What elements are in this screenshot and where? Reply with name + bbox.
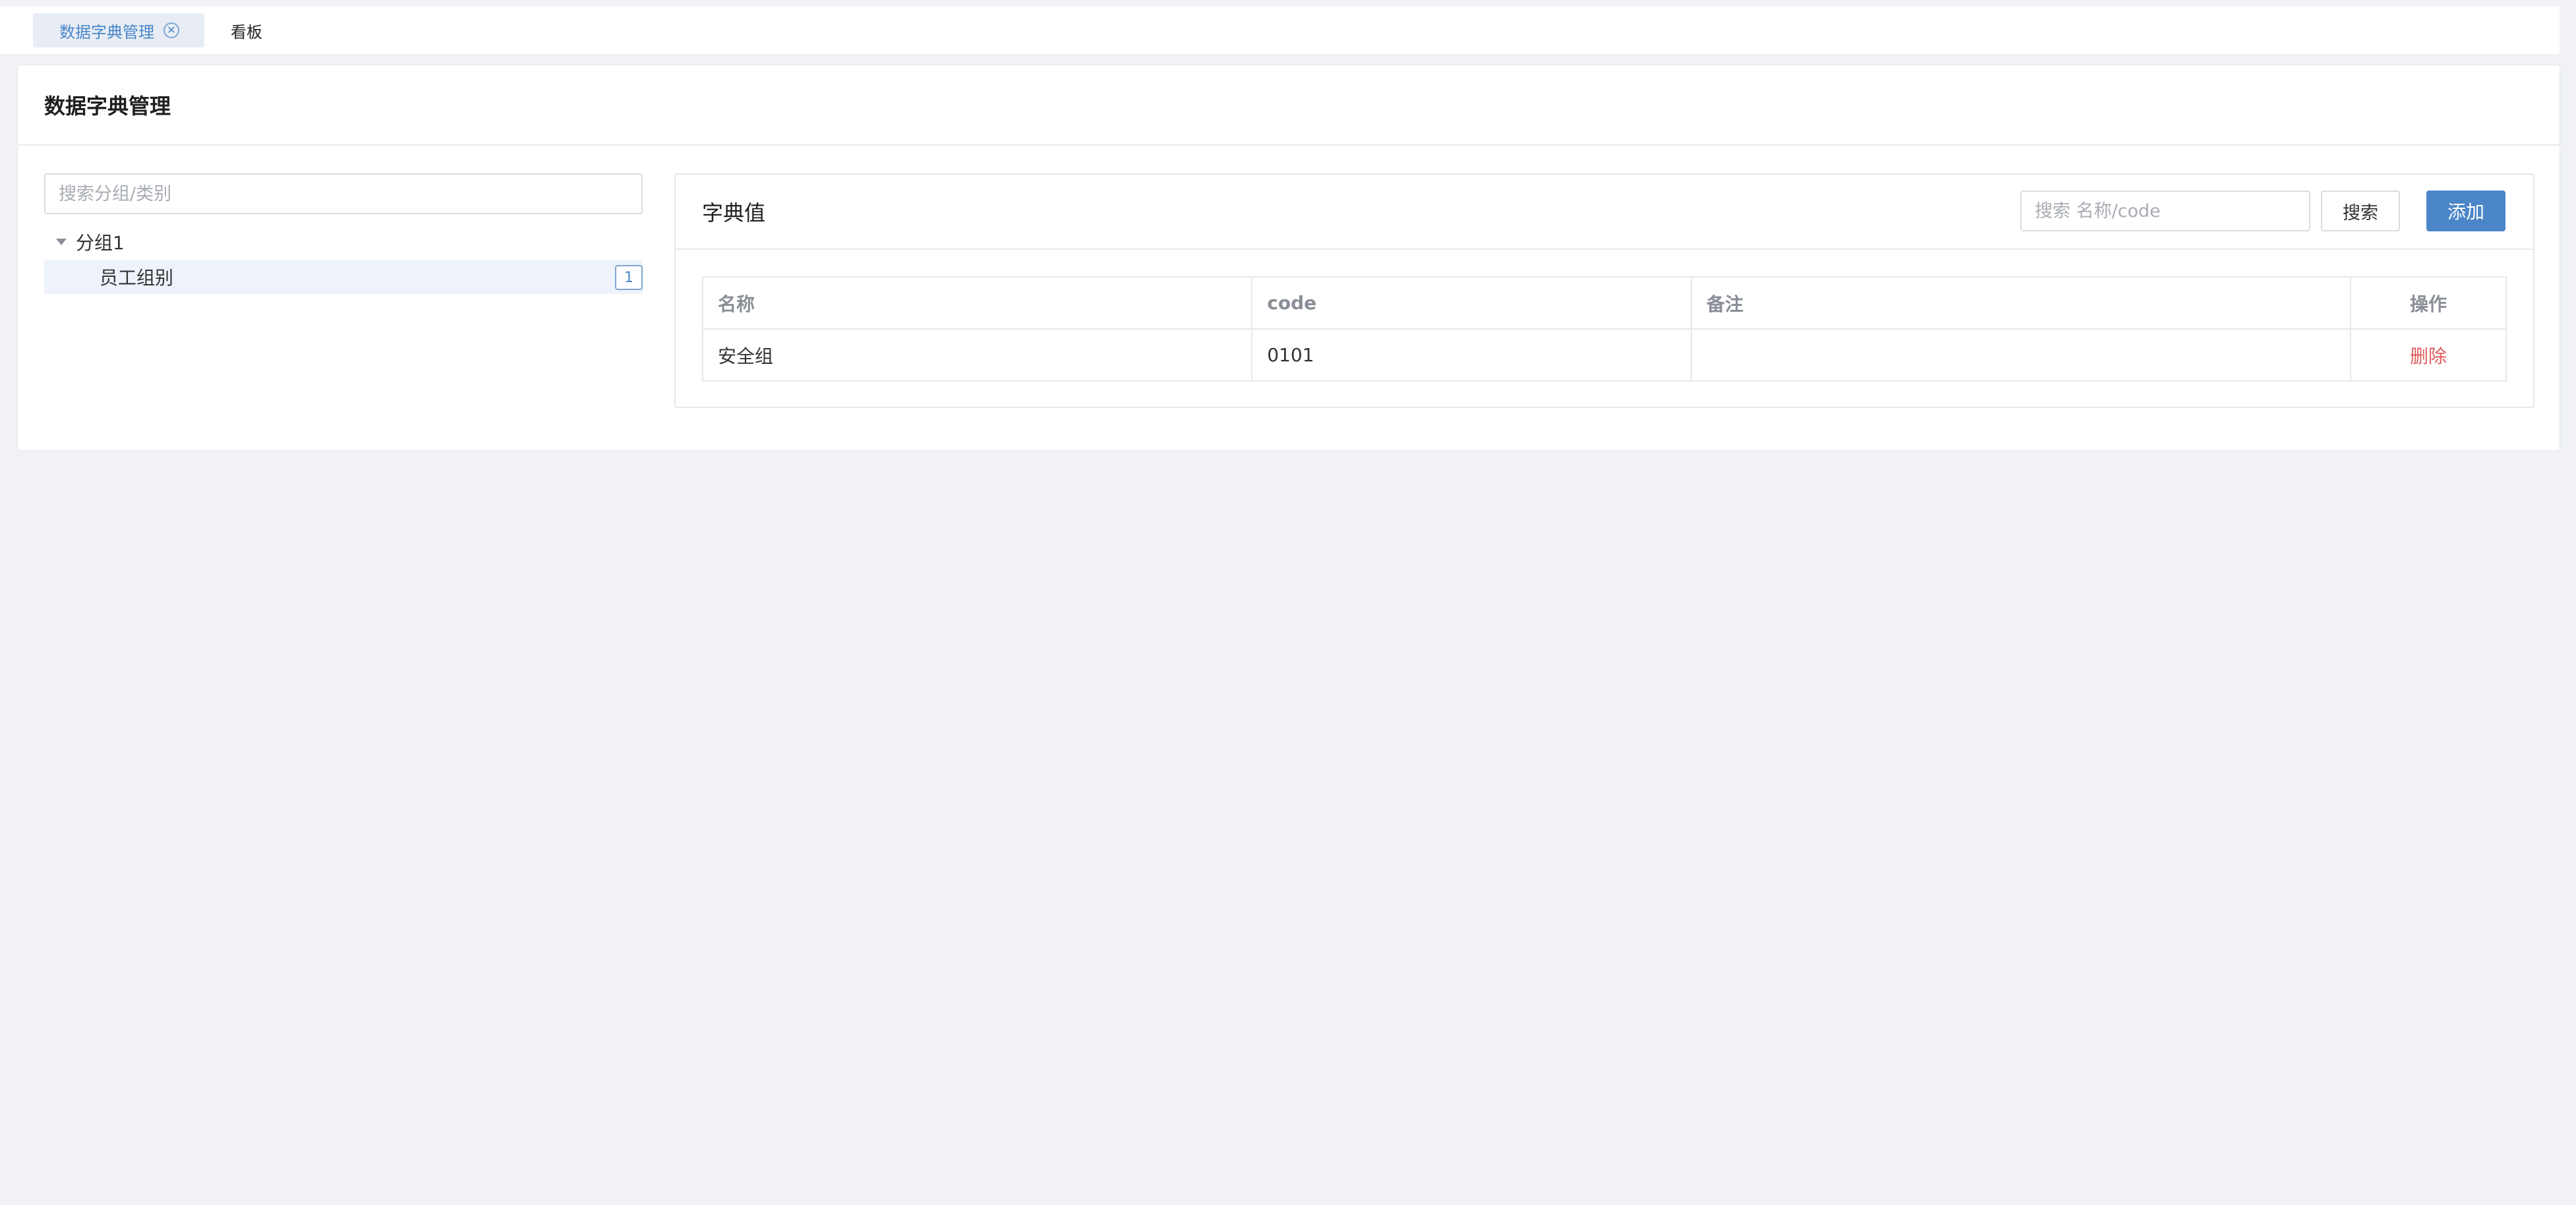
cell-code: 0101 <box>1251 328 1692 382</box>
delete-link[interactable]: 删除 <box>2410 345 2447 367</box>
count-badge: 1 <box>615 265 643 290</box>
card-title: 字典值 <box>702 200 766 225</box>
dictionary-values-card: 字典值 搜索 添加 名称 code 备注 操作 <box>674 173 2534 408</box>
close-icon[interactable]: ✕ <box>163 22 179 38</box>
cell-action: 删除 <box>2350 328 2507 382</box>
column-header-name[interactable]: 名称 <box>701 276 1253 330</box>
panel-header: 数据字典管理 <box>18 65 2560 146</box>
tab-label: 看板 <box>231 22 262 42</box>
tree-group-1[interactable]: 分组1 <box>44 227 643 256</box>
values-table: 名称 code 备注 操作 安全组 0101 删除 <box>701 276 2507 382</box>
card-header: 字典值 搜索 添加 <box>676 175 2533 250</box>
main-panel: 数据字典管理 分组1 员工组别 1 字典值 搜索 添加 名称 <box>17 65 2560 451</box>
column-header-code[interactable]: code <box>1251 276 1692 330</box>
caret-down-icon[interactable] <box>56 239 67 245</box>
tab-label: 数据字典管理 <box>59 22 154 42</box>
tab-dashboard[interactable]: 看板 <box>204 13 289 47</box>
table-header-row: 名称 code 备注 操作 <box>701 276 2507 330</box>
column-header-action: 操作 <box>2350 276 2507 330</box>
tab-data-dictionary[interactable]: 数据字典管理 ✕ <box>33 13 204 47</box>
tree-item-employee-group[interactable]: 员工组别 1 <box>44 260 643 294</box>
tree-group-label: 分组1 <box>76 232 125 254</box>
tree-search-input[interactable] <box>44 173 643 214</box>
cell-remark <box>1690 328 2352 382</box>
tree-item-label: 员工组别 <box>100 267 174 289</box>
table-row: 安全组 0101 删除 <box>701 328 2507 382</box>
value-search-input[interactable] <box>2020 191 2310 231</box>
add-button[interactable]: 添加 <box>2426 191 2505 231</box>
search-button[interactable]: 搜索 <box>2321 191 2400 231</box>
column-header-remark[interactable]: 备注 <box>1690 276 2352 330</box>
tab-bar: 数据字典管理 ✕ 看板 <box>0 7 2560 54</box>
page-title: 数据字典管理 <box>44 94 171 119</box>
cell-name: 安全组 <box>701 328 1253 382</box>
